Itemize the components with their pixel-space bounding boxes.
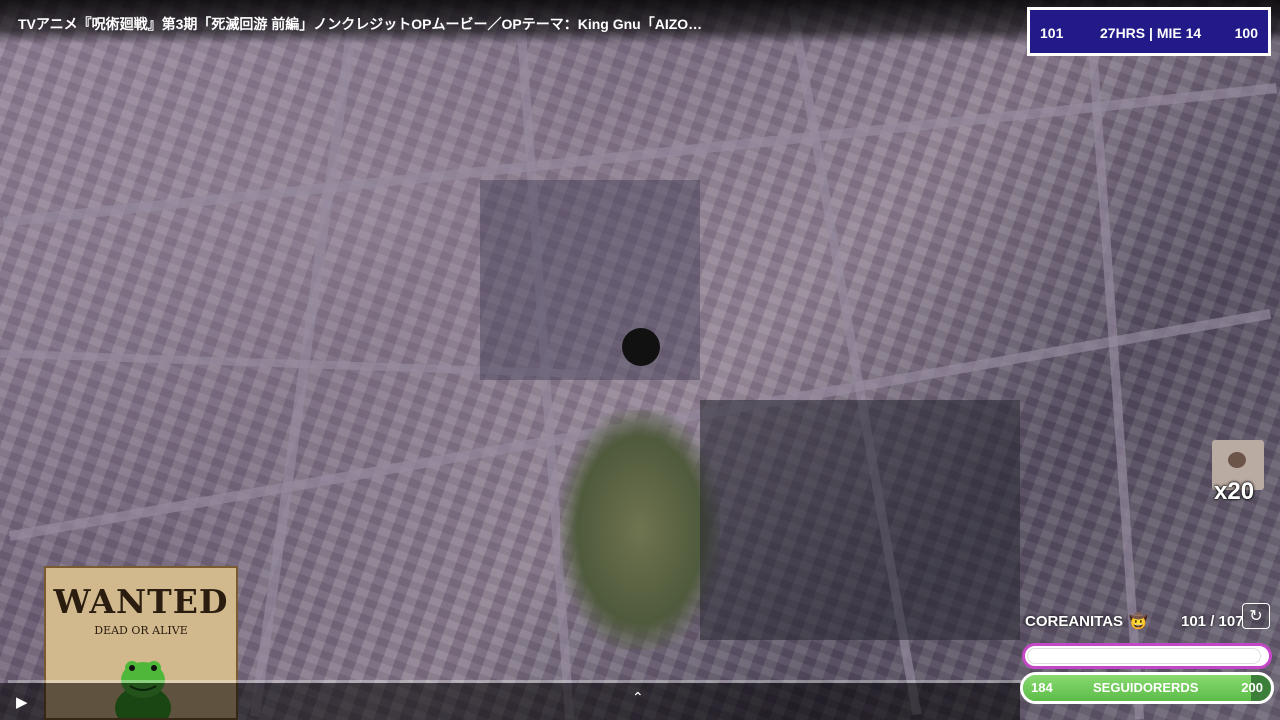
chevron-up-icon[interactable]: ⌃ [632, 690, 644, 706]
stats-left-value: 101 [1040, 25, 1064, 41]
follower-goal-target: 200 [1241, 680, 1263, 695]
map-park [560, 410, 720, 650]
refresh-icon[interactable]: ↻ [1242, 603, 1270, 629]
map-marker [622, 328, 660, 366]
counter-value: 101 / 107 [1181, 613, 1244, 630]
player-controls [0, 683, 1020, 720]
follower-current: 184 [1031, 680, 1053, 695]
counter-label: COREANITAS [1025, 613, 1124, 630]
counter-progress-bar [1022, 643, 1272, 669]
multiplier-label: x20 [1214, 478, 1255, 505]
poster-subtitle: DEAD OR ALIVE [94, 624, 188, 637]
stream-stats-box: 101 27HRS | MIE 14 100 [1027, 7, 1271, 56]
poster-title: WANTED [53, 582, 229, 621]
cowboy-emoji-icon: 🤠 [1129, 612, 1148, 630]
seek-bar[interactable] [8, 680, 1022, 683]
video-title[interactable]: TVアニメ『呪術廻戦』第3期「死滅回游 前編」ノンクレジットOPムービー／OPテ… [18, 14, 702, 34]
stats-right-value: 100 [1234, 25, 1258, 41]
follower-goal-bar: 184 SEGUIDORERDS 200 [1020, 672, 1274, 704]
play-icon[interactable]: ▶ [16, 693, 28, 711]
map-block [480, 180, 700, 380]
map-block [700, 400, 1020, 640]
follower-goal-label: SEGUIDORERDS [1093, 680, 1199, 695]
stats-schedule: 27HRS | MIE 14 [1100, 25, 1202, 41]
counter-progress-fill [1027, 648, 1261, 664]
